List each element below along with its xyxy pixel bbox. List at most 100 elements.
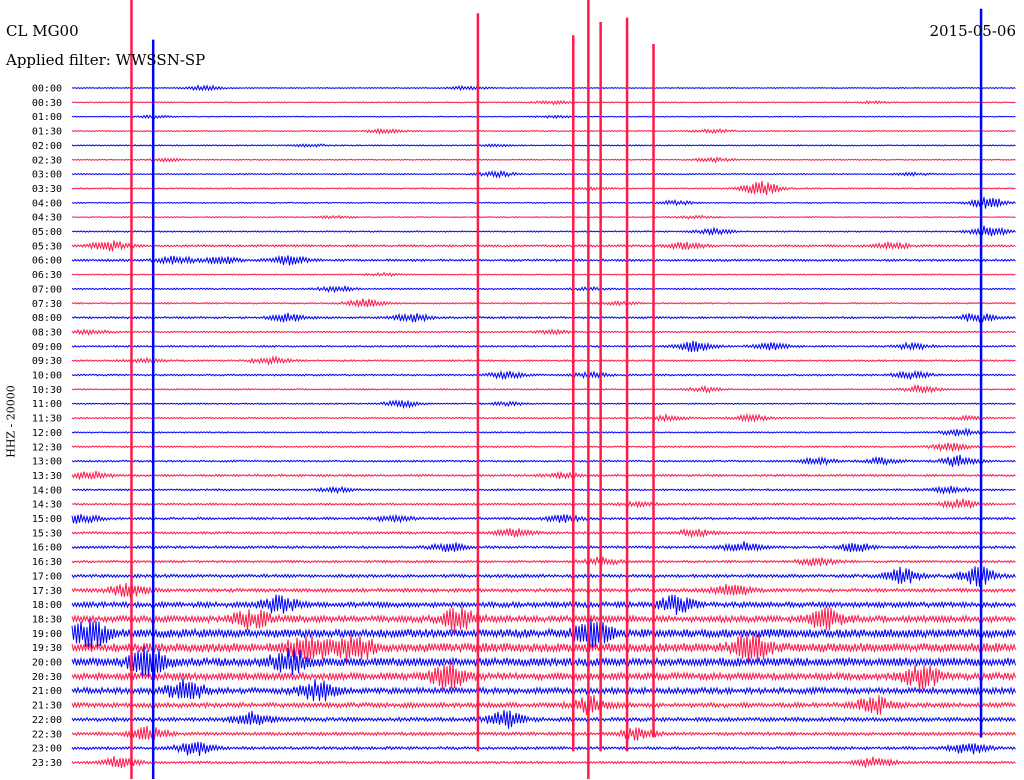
trace-row: 01:00	[32, 112, 1016, 123]
row-time-label: 14:30	[32, 500, 62, 511]
trace-row: 21:00	[32, 678, 1016, 702]
seismic-trace	[71, 240, 1016, 252]
trace-row: 17:00	[32, 566, 1016, 587]
row-time-label: 15:00	[32, 514, 62, 525]
seismic-trace	[71, 633, 1016, 663]
row-time-label: 00:30	[32, 98, 62, 109]
trace-row: 05:30	[32, 240, 1016, 252]
trace-row: 15:30	[32, 527, 1016, 539]
row-time-label: 13:00	[32, 457, 62, 468]
trace-row: 08:00	[32, 312, 1016, 324]
seismic-trace	[71, 143, 1016, 148]
row-time-label: 12:00	[32, 428, 62, 439]
seismic-trace	[71, 582, 1016, 599]
trace-row: 09:00	[32, 340, 1016, 353]
seismic-trace	[71, 399, 1016, 410]
row-time-label: 01:30	[32, 127, 62, 138]
seismic-trace	[71, 127, 1016, 135]
seismic-trace	[71, 254, 1016, 266]
seismic-trace	[71, 99, 1016, 106]
trace-row: 14:00	[32, 485, 1016, 496]
seismic-trace	[71, 485, 1016, 496]
seismic-trace	[71, 312, 1016, 323]
seismic-trace	[71, 725, 1016, 741]
seismic-trace	[71, 328, 1016, 336]
seismic-trace	[71, 114, 1016, 120]
row-time-label: 20:30	[32, 672, 62, 683]
row-time-label: 05:00	[32, 227, 62, 238]
seismic-trace	[71, 84, 1016, 92]
trace-row: 02:00	[32, 141, 1016, 152]
row-time-label: 12:30	[32, 442, 62, 453]
row-time-label: 16:00	[32, 543, 62, 554]
row-time-label: 00:00	[32, 84, 62, 95]
row-time-label: 10:30	[32, 385, 62, 396]
seismic-trace	[71, 454, 1016, 467]
seismic-trace	[71, 197, 1016, 209]
row-time-label: 22:30	[32, 729, 62, 740]
row-time-label: 10:00	[32, 371, 62, 382]
trace-row: 05:00	[32, 225, 1016, 238]
row-time-label: 11:30	[32, 414, 62, 425]
trace-row: 04:30	[32, 213, 1016, 224]
trace-row: 11:30	[32, 412, 1016, 425]
seismic-trace	[71, 741, 1016, 756]
trace-row: 08:30	[32, 327, 1016, 338]
seismic-trace	[71, 470, 1016, 480]
seismic-trace	[71, 662, 1016, 691]
seismic-trace	[71, 369, 1016, 381]
seismic-trace	[71, 513, 1016, 525]
seismic-trace	[71, 271, 1016, 278]
seismic-trace	[71, 566, 1016, 587]
row-time-label: 09:00	[32, 342, 62, 353]
trace-row: 18:30	[32, 606, 1016, 632]
row-time-label: 06:00	[32, 256, 62, 267]
applied-filter: Applied filter: WWSSN-SP	[6, 51, 206, 69]
trace-row: 14:30	[32, 498, 1016, 511]
trace-row: 11:00	[32, 399, 1016, 410]
row-time-label: 19:30	[32, 643, 62, 654]
trace-row: 01:30	[32, 127, 1016, 138]
seismic-trace	[71, 180, 1016, 196]
row-time-label: 13:30	[32, 471, 62, 482]
helicorder-plot: 00:00 00:30 01:00 01:30 02:00 02:30 03:00 03:30…	[32, 0, 1016, 779]
seismic-trace	[71, 298, 1016, 309]
trace-row: 21:30	[32, 695, 1016, 716]
seismic-trace	[71, 156, 1016, 164]
trace-row: 16:00	[32, 541, 1016, 554]
seismic-trace	[71, 594, 1016, 616]
trace-row: 03:30	[32, 180, 1016, 196]
row-time-label: 18:00	[32, 600, 62, 611]
row-time-label: 11:00	[32, 399, 62, 410]
trace-row: 07:00	[32, 284, 1016, 295]
row-time-label: 18:30	[32, 614, 62, 625]
row-time-label: 08:30	[32, 327, 62, 338]
trace-row: 03:00	[32, 170, 1016, 181]
row-time-label: 17:00	[32, 571, 62, 582]
trace-row: 00:00	[32, 84, 1016, 95]
row-time-label: 04:30	[32, 213, 62, 224]
seismic-trace	[71, 606, 1016, 632]
seismic-trace	[71, 709, 1016, 729]
trace-row: 06:00	[32, 254, 1016, 267]
seismic-trace	[71, 427, 1016, 438]
row-time-label: 03:30	[32, 184, 62, 195]
trace-row: 00:30	[32, 98, 1016, 109]
seismic-trace	[71, 284, 1016, 294]
seismic-trace	[71, 225, 1016, 237]
row-time-label: 17:30	[32, 586, 62, 597]
trace-row: 22:30	[32, 725, 1016, 741]
seismic-trace	[71, 412, 1016, 423]
seismic-trace	[71, 756, 1016, 769]
row-time-label: 01:00	[32, 112, 62, 123]
row-time-label: 07:00	[32, 284, 62, 295]
trace-row: 23:00	[32, 741, 1016, 756]
trace-row: 07:30	[32, 298, 1016, 310]
trace-row: 02:30	[32, 155, 1016, 166]
seismic-trace	[71, 678, 1016, 702]
row-time-label: 04:00	[32, 198, 62, 209]
row-time-label: 09:30	[32, 356, 62, 367]
trace-row: 16:30	[32, 556, 1016, 568]
trace-row: 09:30	[32, 355, 1016, 367]
trace-row: 06:30	[32, 270, 1016, 281]
